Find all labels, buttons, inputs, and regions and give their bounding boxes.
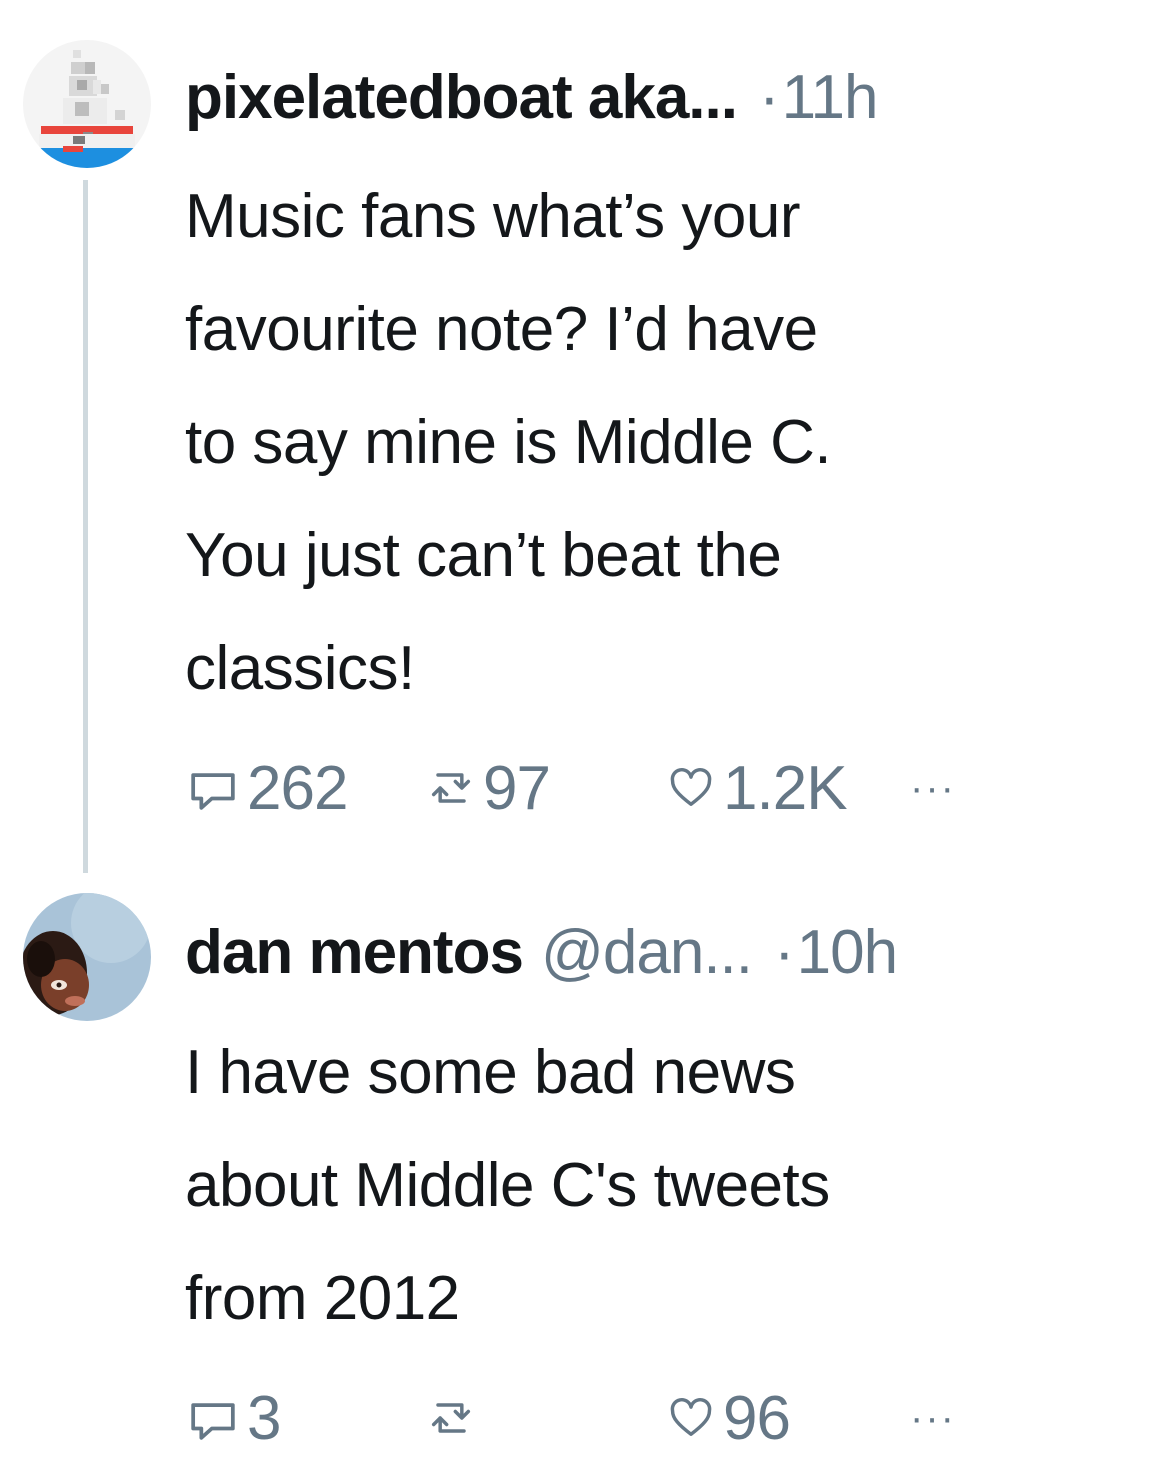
pixel-boat-avatar-image bbox=[23, 40, 151, 168]
reply-button[interactable]: 3 bbox=[185, 1378, 281, 1458]
reply-icon bbox=[191, 773, 235, 810]
separator-dot: · bbox=[759, 63, 780, 132]
reply-count: 262 bbox=[247, 753, 348, 823]
pixel-boat-avatar[interactable] bbox=[23, 40, 151, 168]
retweet-count: 97 bbox=[483, 753, 551, 823]
tweet-header: pixelatedboat aka... · 11h bbox=[185, 58, 1144, 138]
tweet-text: Music fans what’s your favourite note? I… bbox=[185, 182, 832, 703]
separator-dot: · bbox=[774, 918, 795, 987]
author-handle[interactable]: @dan... bbox=[541, 913, 753, 993]
like-button[interactable]: 96 bbox=[665, 1378, 791, 1458]
like-count: 96 bbox=[723, 1383, 791, 1453]
retweet-button[interactable]: 97 bbox=[425, 748, 551, 828]
reply-count: 3 bbox=[247, 1383, 281, 1453]
heart-icon bbox=[670, 1397, 712, 1436]
retweet-icon bbox=[431, 1403, 471, 1433]
more-options-button[interactable]: ··· bbox=[910, 1378, 956, 1458]
tweet-header: dan mentos @dan... · 10h bbox=[185, 913, 1144, 993]
tweet-text: I have some bad news about Middle C's tw… bbox=[185, 1038, 830, 1333]
like-count: 1.2K bbox=[723, 753, 848, 823]
user-photo-avatar-image bbox=[23, 893, 151, 1021]
more-options-icon: ··· bbox=[910, 765, 956, 810]
retweet-button[interactable] bbox=[425, 1378, 483, 1458]
retweet-icon bbox=[431, 773, 471, 803]
timestamp[interactable]: 10h bbox=[797, 913, 898, 993]
thread-connector-line bbox=[83, 180, 88, 873]
like-button[interactable]: 1.2K bbox=[665, 748, 848, 828]
author-name[interactable]: dan mentos bbox=[185, 913, 524, 993]
more-options-button[interactable]: ··· bbox=[910, 748, 956, 828]
timestamp[interactable]: 11h bbox=[782, 58, 879, 138]
user-photo-avatar[interactable] bbox=[23, 893, 151, 1021]
reply-button[interactable]: 262 bbox=[185, 748, 348, 828]
author-name[interactable]: pixelatedboat aka... bbox=[185, 58, 738, 138]
more-options-icon: ··· bbox=[910, 1395, 956, 1440]
heart-icon bbox=[670, 767, 712, 806]
